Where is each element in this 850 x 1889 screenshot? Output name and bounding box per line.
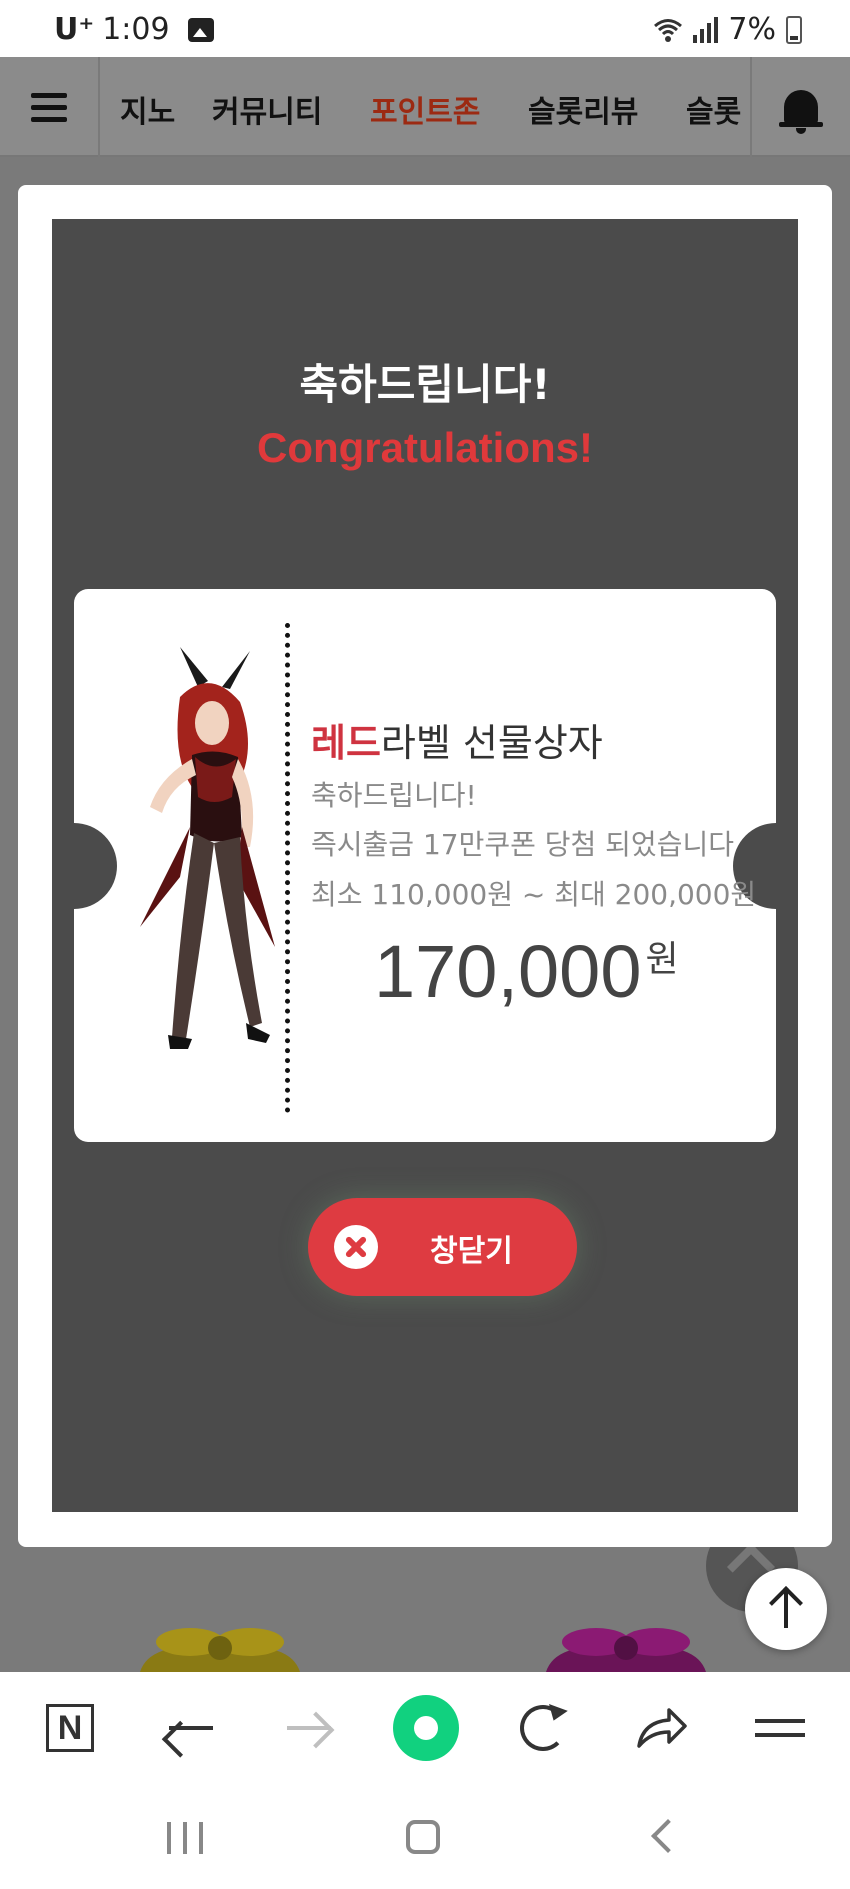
prize-name-highlight: 레드 — [311, 721, 381, 765]
notification-bell-icon[interactable] — [750, 57, 850, 157]
status-bar: U⁺ 1:09 7% — [0, 0, 850, 57]
browser-toolbar: N — [0, 1672, 850, 1784]
close-x-icon — [334, 1225, 378, 1269]
prize-amount: 170,000 원 — [374, 929, 679, 1014]
battery-percent: 7% — [728, 12, 776, 47]
gold-gift-box-icon — [140, 1628, 300, 1672]
tab-slot[interactable]: 슬롯 — [686, 87, 741, 131]
naver-home-button[interactable]: N — [25, 1672, 115, 1784]
forward-arrow-icon — [287, 1726, 331, 1730]
browser-menu-button[interactable] — [735, 1672, 825, 1784]
bunny-girl-illustration — [140, 647, 275, 1049]
carrier-label: U⁺ — [54, 12, 95, 47]
hamburger-menu-icon[interactable] — [0, 57, 100, 157]
status-right: 7% — [653, 12, 802, 47]
home-icon[interactable] — [406, 1820, 440, 1854]
nav-tabs: 지노 커뮤니티 포인트존 슬롯리뷰 슬롯 — [100, 57, 750, 157]
prize-modal-body: 축하드립니다! Congratulations! 레드라벨 선물상자 축하드립니… — [52, 219, 798, 1512]
close-window-button[interactable]: 창닫기 — [308, 1198, 577, 1296]
reload-icon — [520, 1705, 566, 1751]
status-left: U⁺ 1:09 — [54, 12, 214, 47]
congrats-title-korean: 축하드립니다! — [299, 360, 551, 409]
scroll-to-top-button[interactable] — [745, 1568, 827, 1650]
green-dot-button[interactable] — [381, 1672, 471, 1784]
recent-apps-icon[interactable] — [167, 1822, 203, 1854]
gallery-notification-icon — [187, 17, 214, 42]
menu-icon — [755, 1719, 805, 1737]
prize-ticket: 레드라벨 선물상자 축하드립니다! 즉시출금 17만쿠폰 당첨 되었습니다 최소… — [74, 589, 776, 1142]
tab-slot-review[interactable]: 슬롯리뷰 — [528, 87, 638, 131]
prize-range: 최소 110,000원 ~ 최대 200,000원 — [311, 878, 757, 911]
prize-message-line2: 즉시출금 17만쿠폰 당첨 되었습니다 — [311, 828, 734, 861]
back-button[interactable] — [146, 1672, 236, 1784]
tab-casino[interactable]: 지노 — [120, 87, 175, 131]
prize-amount-value: 170,000 — [374, 930, 642, 1013]
prize-message-line1: 축하드립니다! — [311, 779, 477, 812]
tab-community[interactable]: 커뮤니티 — [212, 87, 322, 131]
purple-gift-box-icon — [546, 1628, 706, 1672]
reload-button[interactable] — [498, 1672, 588, 1784]
close-window-label: 창닫기 — [430, 1234, 513, 1269]
battery-icon — [786, 15, 802, 44]
ticket-dotted-divider — [285, 623, 290, 1113]
tab-point-zone[interactable]: 포인트존 — [370, 87, 480, 131]
wifi-icon — [654, 18, 683, 42]
share-icon — [637, 1708, 687, 1748]
prize-amount-unit: 원 — [645, 939, 679, 980]
green-circle-icon — [393, 1695, 459, 1761]
congrats-title-english: Congratulations! — [257, 424, 593, 471]
clock: 1:09 — [102, 12, 170, 47]
share-button[interactable] — [617, 1672, 707, 1784]
back-arrow-icon — [169, 1726, 213, 1730]
forward-button[interactable] — [264, 1672, 354, 1784]
prize-name: 레드라벨 선물상자 — [311, 712, 603, 767]
signal-icon — [693, 16, 719, 43]
prize-name-rest: 라벨 선물상자 — [380, 721, 603, 765]
system-nav-bar — [0, 1784, 850, 1889]
site-nav: 지노 커뮤니티 포인트존 슬롯리뷰 슬롯 — [0, 57, 850, 157]
naver-n-icon: N — [46, 1704, 94, 1752]
system-back-icon[interactable] — [651, 1819, 685, 1853]
prize-modal: 축하드립니다! Congratulations! 레드라벨 선물상자 축하드립니… — [18, 185, 832, 1547]
